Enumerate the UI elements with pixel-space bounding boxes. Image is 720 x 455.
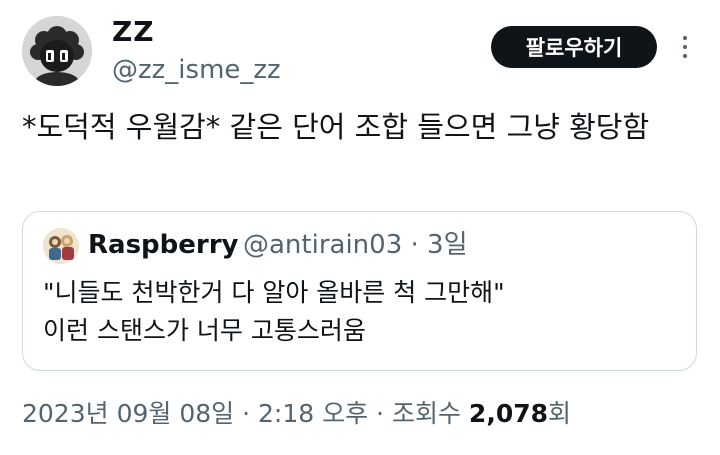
quote-time: 3일 (427, 230, 468, 260)
quote-meta: @antirain03 · 3일 (243, 228, 468, 262)
quote-text: "니들도 천박한거 다 알아 올바른 척 그만해" 이런 스탠스가 너무 고통스… (43, 274, 673, 350)
footer-separator: · (376, 399, 384, 428)
tweet-text: *도덕적 우월감* 같은 단어 조합 들으면 그냥 황당함 (22, 110, 650, 144)
author-name[interactable]: ZZ (112, 14, 155, 50)
quote-author-handle: @antirain03 (243, 230, 403, 260)
author-avatar[interactable] (22, 16, 92, 86)
quoted-tweet[interactable]: Raspberry @antirain03 · 3일 "니들도 천박한거 다 알… (22, 211, 697, 371)
author-handle[interactable]: @zz_isme_zz (112, 54, 281, 86)
footer-separator: · (242, 399, 251, 428)
tweet-footer: 2023년 09월 08일 · 2:18 오후 · 조회수 2,078회 (22, 392, 571, 436)
views-count: 2,078 (468, 399, 548, 428)
quote-separator: · (410, 230, 419, 260)
views-suffix: 회 (548, 399, 572, 428)
avatar-sheep-icon (22, 16, 92, 86)
follow-button[interactable]: 팔로우하기 (491, 26, 657, 68)
quote-text-line: "니들도 천박한거 다 알아 올바른 척 그만해" (43, 278, 505, 307)
quote-text-line: 이런 스탠스가 너무 고통스러움 (43, 316, 366, 345)
tweet-time[interactable]: 2:18 오후 (258, 399, 368, 428)
tweet: ZZ @zz_isme_zz 팔로우하기 *도덕적 우월감* 같은 단어 조합 … (0, 0, 720, 455)
avatar-illustration-icon (43, 228, 79, 264)
more-dots-icon[interactable] (675, 30, 695, 64)
quote-author-avatar (43, 228, 79, 264)
tweet-date[interactable]: 2023년 09월 08일 (22, 399, 234, 428)
quote-author-name: Raspberry (88, 230, 239, 260)
views-label: 조회수 (391, 399, 461, 428)
